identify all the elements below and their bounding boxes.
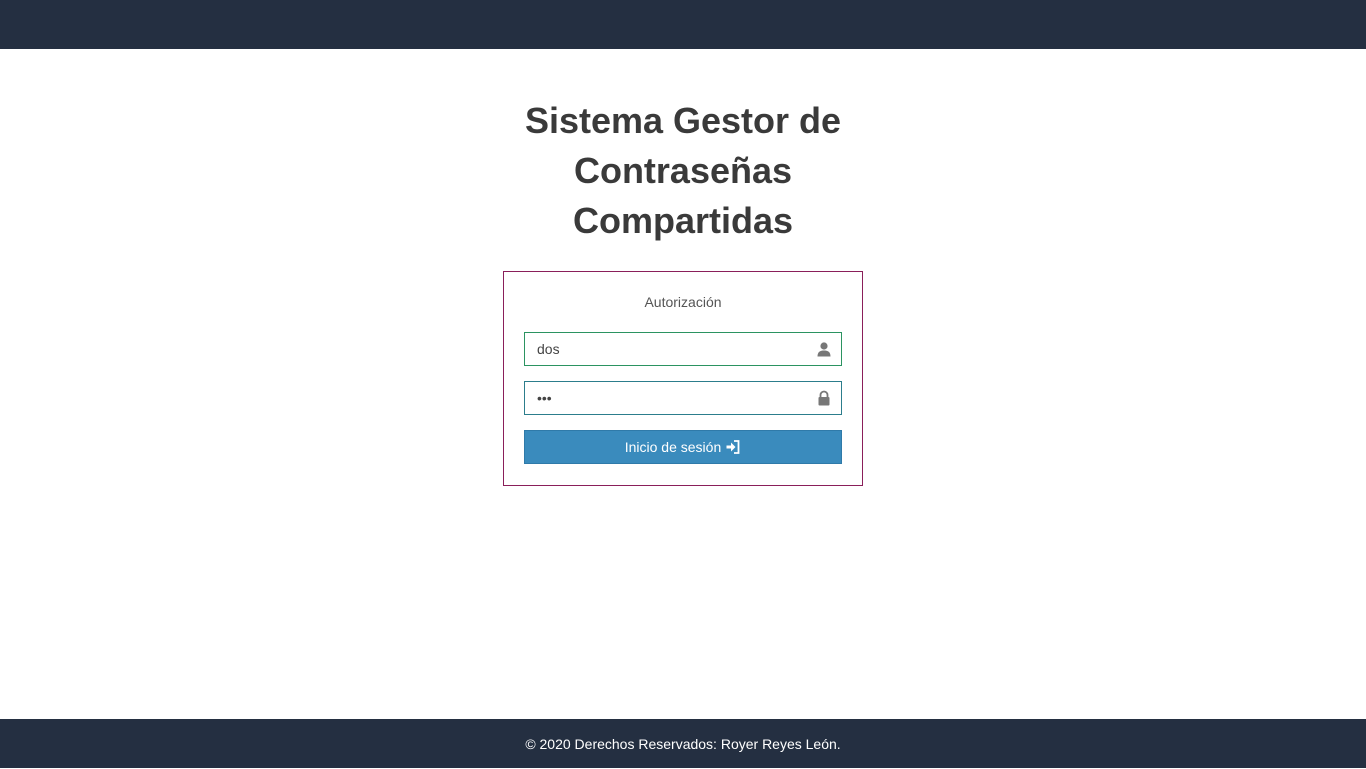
footer: © 2020 Derechos Reservados: Royer Reyes …	[0, 719, 1366, 768]
lock-icon	[818, 390, 830, 406]
page-title-line-2: Contraseñas	[573, 150, 793, 191]
login-button[interactable]: Inicio de sesión	[524, 430, 842, 464]
page-title-line-3: Compartidas	[572, 200, 794, 241]
username-field-wrapper	[524, 332, 842, 366]
password-input[interactable]	[525, 382, 817, 414]
username-input[interactable]	[525, 333, 817, 365]
page-title: Sistema Gestor de Contraseñas Compartida…	[483, 96, 883, 246]
login-form: Autorización Inicio de sesión	[503, 271, 863, 486]
top-bar	[0, 0, 1366, 49]
login-heading: Autorización	[644, 294, 722, 310]
password-field-wrapper	[524, 381, 842, 415]
copyright-text: © 2020 Derechos Reservados: Royer Reyes …	[525, 736, 841, 752]
page-title-line-1: Sistema Gestor de	[524, 100, 842, 141]
user-icon	[817, 342, 831, 357]
login-button-label: Inicio de sesión	[624, 439, 722, 455]
sign-in-icon	[726, 440, 740, 454]
